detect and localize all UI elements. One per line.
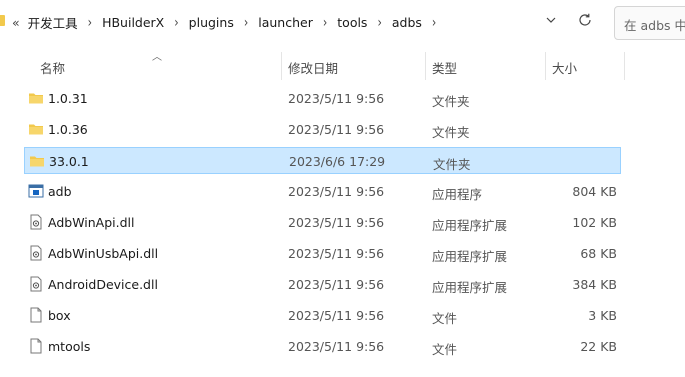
file-type: 文件夹 xyxy=(433,157,471,172)
column-header-size[interactable]: 大小 xyxy=(552,58,577,77)
file-row[interactable]: AdbWinApi.dll 2023/5/11 9:56 应用程序扩展 102 KB xyxy=(24,209,621,236)
column-divider[interactable] xyxy=(624,52,625,80)
dll-file-icon xyxy=(28,276,44,292)
file-size: 22 KB xyxy=(580,339,617,354)
file-type: 文件 xyxy=(432,342,458,357)
file-type: 应用程序扩展 xyxy=(432,218,508,233)
refresh-icon[interactable] xyxy=(577,12,593,28)
breadcrumb-item-plugins[interactable]: plugins xyxy=(189,15,234,30)
breadcrumb-item-tools[interactable]: tools xyxy=(337,15,367,30)
dll-file-icon xyxy=(28,245,44,261)
file-name: 1.0.36 xyxy=(48,122,88,137)
file-type: 文件夹 xyxy=(432,94,470,109)
file-modified-date: 2023/5/11 9:56 xyxy=(288,184,385,199)
folder-icon xyxy=(28,90,44,106)
file-modified-date: 2023/5/11 9:56 xyxy=(288,339,385,354)
file-name: 33.0.1 xyxy=(49,154,89,169)
file-modified-date: 2023/5/11 9:56 xyxy=(288,122,385,137)
file-row[interactable]: box 2023/5/11 9:56 文件 3 KB xyxy=(24,302,621,329)
file-row[interactable]: mtools 2023/5/11 9:56 文件 22 KB xyxy=(24,333,621,360)
column-header-name[interactable]: 名称 xyxy=(40,58,65,77)
column-header: ︿ 名称 修改日期 类型 大小 xyxy=(0,52,685,80)
breadcrumb-item-adbs[interactable]: adbs xyxy=(392,15,422,30)
search-input[interactable]: 在 adbs 中 xyxy=(614,6,685,40)
file-modified-date: 2023/5/11 9:56 xyxy=(288,246,385,261)
file-modified-date: 2023/6/6 17:29 xyxy=(289,154,386,169)
file-row[interactable]: 1.0.31 2023/5/11 9:56 文件夹 xyxy=(24,85,621,112)
file-name: adb xyxy=(48,184,72,199)
file-modified-date: 2023/5/11 9:56 xyxy=(288,91,385,106)
file-size: 102 KB xyxy=(572,215,617,230)
file-row[interactable]: 33.0.1 2023/6/6 17:29 文件夹 xyxy=(24,147,621,174)
breadcrumb-item-launcher[interactable]: launcher xyxy=(258,15,313,30)
file-name: 1.0.31 xyxy=(48,91,88,106)
sort-ascending-icon: ︿ xyxy=(152,52,162,63)
file-name: AdbWinApi.dll xyxy=(48,215,135,230)
file-modified-date: 2023/5/11 9:56 xyxy=(288,215,385,230)
file-type: 文件 xyxy=(432,311,458,326)
file-modified-date: 2023/5/11 9:56 xyxy=(288,277,385,292)
folder-icon xyxy=(0,15,5,26)
file-type: 应用程序扩展 xyxy=(432,280,508,295)
folder-icon xyxy=(28,121,44,137)
chevron-right-icon[interactable]: › xyxy=(323,14,327,31)
chevron-right-icon[interactable]: › xyxy=(432,14,436,31)
column-header-type[interactable]: 类型 xyxy=(432,58,457,77)
search-placeholder: 在 adbs 中 xyxy=(624,18,685,33)
file-size: 384 KB xyxy=(572,277,617,292)
file-name: AndroidDevice.dll xyxy=(48,277,158,292)
folder-icon xyxy=(29,153,45,169)
column-divider[interactable] xyxy=(281,52,282,80)
column-divider[interactable] xyxy=(425,52,426,80)
chevron-down-icon[interactable] xyxy=(544,13,558,27)
file-type: 应用程序扩展 xyxy=(432,249,508,264)
file-name: AdbWinUsbApi.dll xyxy=(48,246,159,261)
file-type: 应用程序 xyxy=(432,187,483,202)
dll-file-icon xyxy=(28,214,44,230)
file-modified-date: 2023/5/11 9:56 xyxy=(288,308,385,323)
file-row[interactable]: AndroidDevice.dll 2023/5/11 9:56 应用程序扩展 384… xyxy=(24,271,621,298)
column-header-date[interactable]: 修改日期 xyxy=(288,58,338,77)
file-icon xyxy=(28,307,44,323)
address-bar: « 开发工具 › HBuilderX › plugins › launcher … xyxy=(0,0,685,44)
file-size: 804 KB xyxy=(572,184,617,199)
chevron-right-icon[interactable]: › xyxy=(244,14,248,31)
breadcrumb-item-hbuilderx[interactable]: HBuilderX xyxy=(102,15,164,30)
breadcrumb-item-dev-tools[interactable]: 开发工具 xyxy=(28,13,78,32)
file-row[interactable]: AdbWinUsbApi.dll 2023/5/11 9:56 应用程序扩展 68 K… xyxy=(24,240,621,267)
breadcrumb-overflow[interactable]: « xyxy=(12,15,20,30)
file-type: 文件夹 xyxy=(432,125,470,140)
file-row[interactable]: 1.0.36 2023/5/11 9:56 文件夹 xyxy=(24,116,621,143)
chevron-right-icon[interactable]: › xyxy=(174,14,178,31)
application-icon xyxy=(28,183,44,199)
file-size: 3 KB xyxy=(588,308,617,323)
file-icon xyxy=(28,338,44,354)
chevron-right-icon[interactable]: › xyxy=(377,14,381,31)
file-size: 68 KB xyxy=(580,246,617,261)
file-name: mtools xyxy=(48,339,91,354)
breadcrumb: « 开发工具 › HBuilderX › plugins › launcher … xyxy=(12,13,446,32)
chevron-right-icon[interactable]: › xyxy=(88,14,92,31)
column-divider[interactable] xyxy=(545,52,546,80)
file-name: box xyxy=(48,308,71,323)
file-row[interactable]: adb 2023/5/11 9:56 应用程序 804 KB xyxy=(24,178,621,205)
